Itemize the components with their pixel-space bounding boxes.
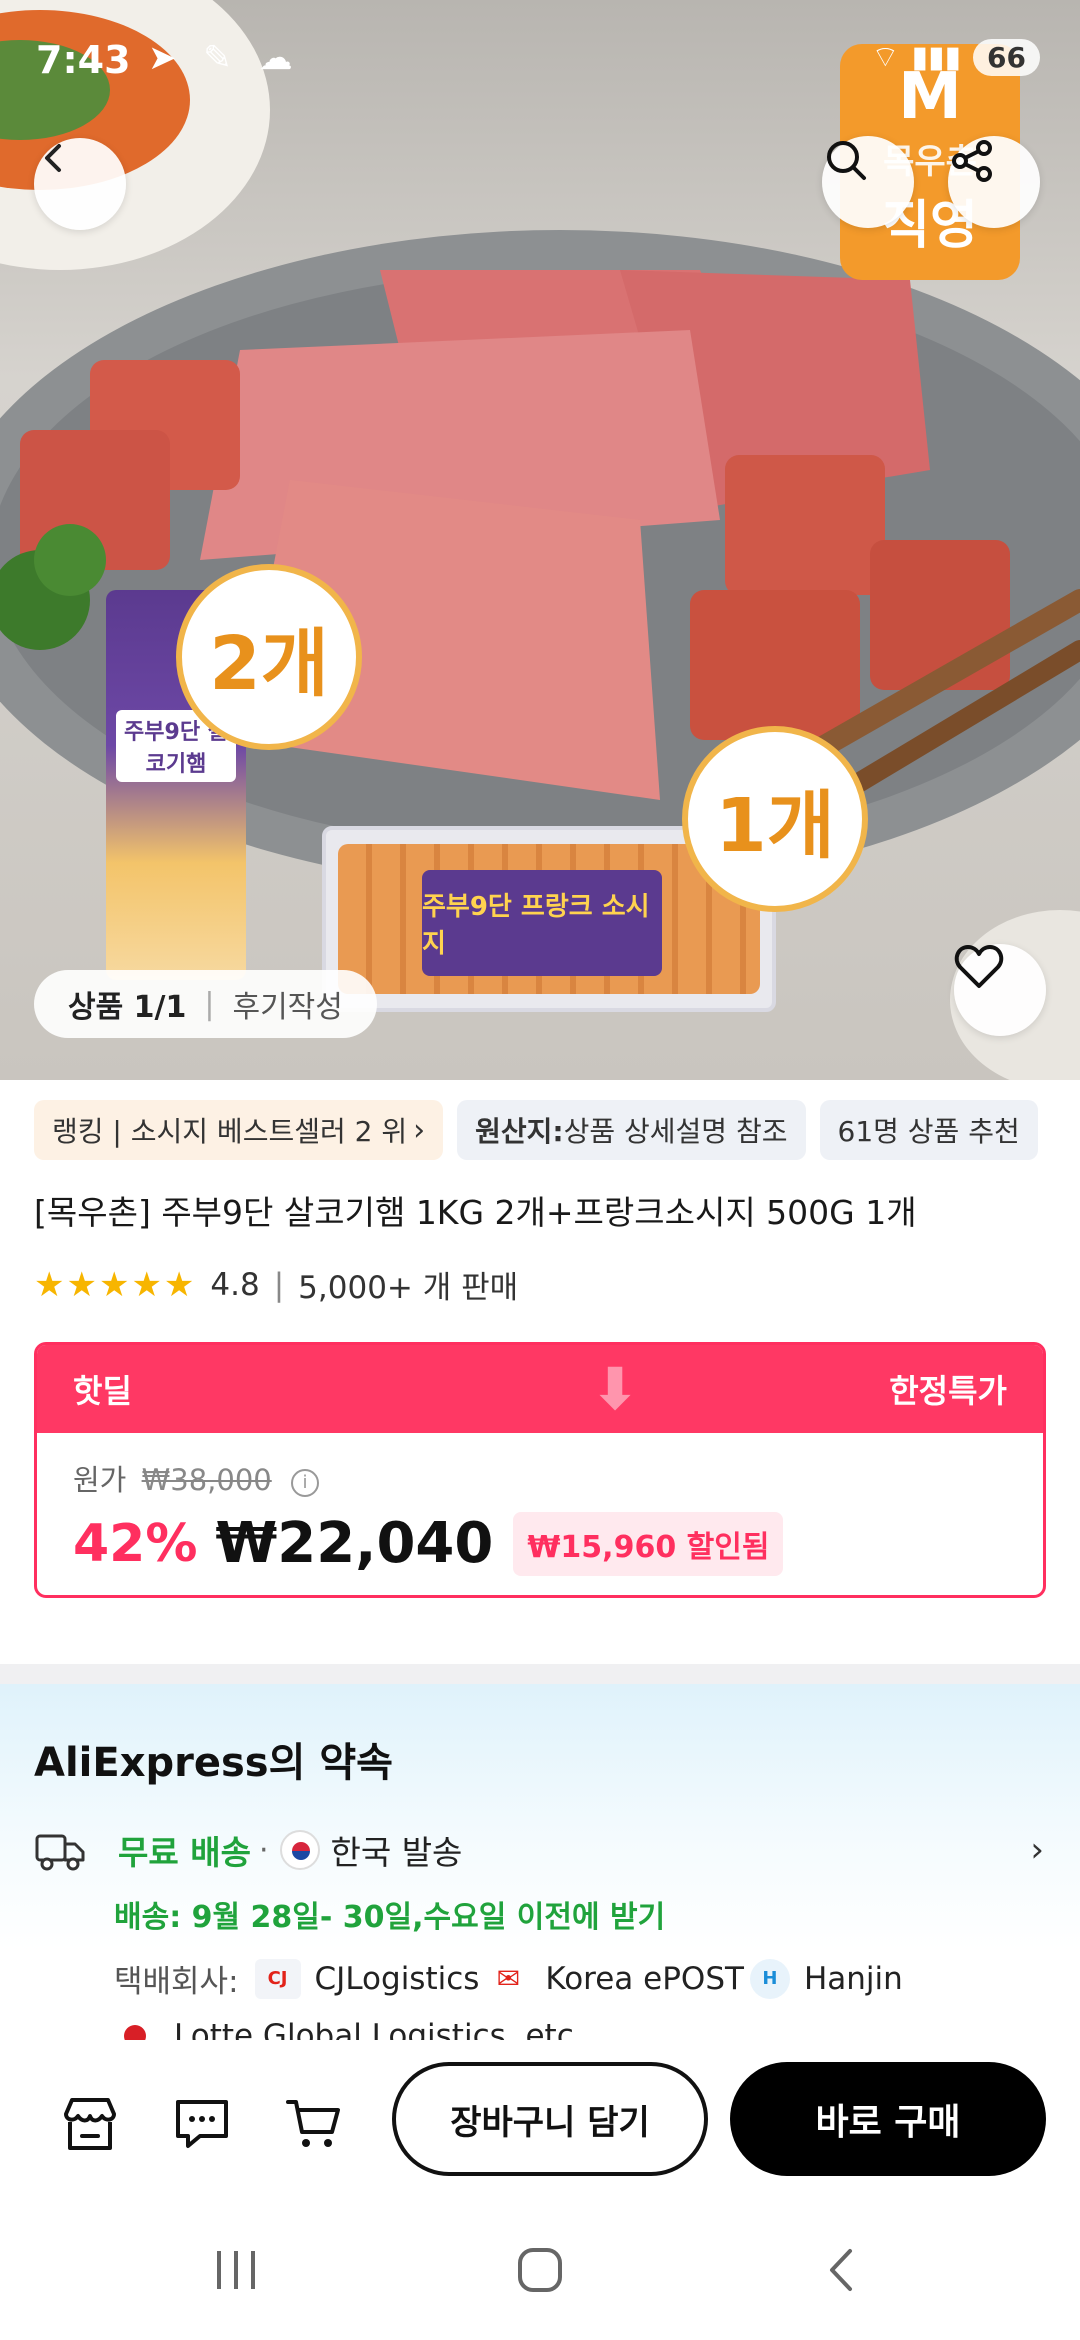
cj-logistics-logo-icon: CJ [254, 1958, 301, 1999]
origin-chip[interactable]: 원산지: 상품 상세설명 참조 [457, 1100, 806, 1160]
home-button[interactable] [510, 2240, 570, 2300]
system-back-button[interactable] [812, 2240, 872, 2300]
heart-icon [954, 945, 1004, 988]
arrow-down-icon: ⬇ [590, 1355, 640, 1423]
home-icon [518, 2248, 562, 2292]
signal-icon: ▮▮▮ [911, 39, 962, 75]
carrier-name: Hanjin [803, 1960, 903, 1997]
chevron-right-icon: › [1030, 1830, 1044, 1870]
system-nav-bar [0, 2200, 1080, 2340]
bottom-action-bar: 장바구니 담기 바로 구매 [0, 2040, 1080, 2200]
buy-now-button[interactable]: 바로 구매 [730, 2062, 1046, 2176]
korea-post-logo-icon: ✉ [485, 1958, 532, 1999]
image-counter: 상품 1/1 [68, 990, 187, 1025]
recent-apps-icon [217, 2251, 255, 2289]
ship-from-label: 한국 발송 [330, 1833, 463, 1872]
info-icon[interactable]: i [290, 1469, 319, 1497]
wishlist-button[interactable] [954, 944, 1046, 1036]
cart-icon [286, 2100, 340, 2147]
origin-chip-value: 상품 상세설명 참조 [563, 1115, 788, 1148]
product-title: [목우촌] 주부9단 살코기햄 1KG 2개+프랑크소시지 500G 1개 [34, 1193, 917, 1232]
status-time: 7:43 [36, 38, 131, 82]
hanjin-logo-icon: H [749, 1958, 790, 1999]
recommend-chip[interactable]: 61명 상품 추천 [819, 1100, 1038, 1160]
aliexpress-promise-section: AliExpress의 약속 무료 배송 · 한국 발송 › 배송: 9월 28… [0, 1684, 1080, 2064]
origin-chip-label: 원산지: [475, 1115, 564, 1148]
status-bar: 7:43 ➤ ✎ ☁ ⌔ ▮▮▮ 66 [0, 0, 1080, 120]
discount-percent: 42% [73, 1513, 198, 1574]
chevron-left-icon [45, 144, 61, 172]
rating-separator: | [273, 1266, 285, 1303]
cart-button[interactable] [282, 2092, 346, 2156]
add-to-cart-button[interactable]: 장바구니 담기 [392, 2062, 708, 2176]
free-shipping-label: 무료 배송 [118, 1833, 251, 1872]
chevron-right-icon: › [413, 1112, 426, 1148]
deal-header: 핫딜 ⬇ 한정특가 [37, 1345, 1043, 1433]
back-button[interactable] [34, 138, 126, 230]
sale-price: ₩22,040 [215, 1511, 494, 1576]
shipping-row[interactable]: 무료 배송 · 한국 발송 › [34, 1820, 1044, 1880]
quantity-badge-two: 2개 [176, 564, 362, 750]
rating-value: 4.8 [210, 1266, 260, 1303]
chat-icon [176, 2100, 228, 2148]
search-icon [827, 141, 866, 180]
carrier-name: Korea ePOST [545, 1960, 744, 1997]
original-price-label: 원가 [73, 1463, 127, 1497]
chat-button[interactable] [170, 2092, 234, 2156]
carrier-name: CJLogistics [314, 1960, 480, 1997]
rating-row: ★★★★★ 4.8 | 5,000+ 개 판매 [34, 1262, 518, 1307]
share-button[interactable] [948, 136, 1040, 228]
original-price-row: 원가 ₩38,000 i [73, 1457, 319, 1499]
image-counter-separator: | [204, 986, 215, 1022]
image-counter-pill: 상품 1/1 | 후기작성 [34, 970, 377, 1038]
recent-apps-button[interactable] [206, 2240, 266, 2300]
promise-title: AliExpress의 약속 [34, 1740, 393, 1786]
store-icon [64, 2098, 116, 2150]
carriers-row: 택배회사: CJ CJLogistics ✉ Korea ePOST H Han… [114, 1956, 903, 2001]
delivery-estimate: 배송: 9월 28일- 30일,수요일 이전에 받기 [114, 1900, 666, 1935]
store-button[interactable] [58, 2092, 122, 2156]
sold-count: 5,000+ 개 판매 [298, 1270, 519, 1306]
status-right: ⌔ ▮▮▮ 66 [871, 38, 1040, 76]
wifi-icon: ⌔ [871, 40, 900, 75]
original-price: ₩38,000 [141, 1463, 272, 1497]
hot-deal-box: 핫딜 ⬇ 한정특가 원가 ₩38,000 i 42% ₩22,040 ₩15,9… [34, 1342, 1046, 1598]
quantity-badge-one: 1개 [682, 726, 868, 912]
write-review-link[interactable]: 후기작성 [232, 982, 342, 1026]
korea-flag-icon [280, 1830, 321, 1870]
truck-icon [35, 1834, 85, 1871]
deal-label: 핫딜 [73, 1372, 132, 1410]
saved-amount-badge: ₩15,960 할인됨 [513, 1511, 784, 1576]
dot-separator: · [258, 1832, 269, 1868]
search-button[interactable] [822, 136, 914, 228]
ranking-chip-label: 랭킹 | 소시지 베스트셀러 2 위 [52, 1115, 408, 1148]
share-icon [952, 140, 992, 182]
sausage-package-label: 주부9단 프랑크 소시지 [422, 870, 662, 976]
product-image-carousel[interactable]: 주부9단 살코기햄 주부9단 프랑크 소시지 2개 1개 M 목우촌 직영 7:… [0, 0, 1080, 1080]
back-arrow-icon [830, 2249, 852, 2291]
notification-icons: ➤ ✎ ☁ [148, 38, 301, 78]
deal-tag: 한정특가 [889, 1372, 1007, 1410]
ranking-chip[interactable]: 랭킹 | 소시지 베스트셀러 2 위 › [34, 1100, 444, 1160]
battery-icon: 66 [973, 38, 1040, 76]
star-rating-icon: ★★★★★ [34, 1264, 197, 1305]
section-divider [0, 1664, 1080, 1684]
price-row: 42% ₩22,040 ₩15,960 할인됨 [73, 1511, 784, 1576]
product-chips: 랭킹 | 소시지 베스트셀러 2 위 › 원산지: 상품 상세설명 참조 61명… [34, 1100, 1080, 1162]
carriers-label: 택배회사: [114, 1964, 239, 2000]
